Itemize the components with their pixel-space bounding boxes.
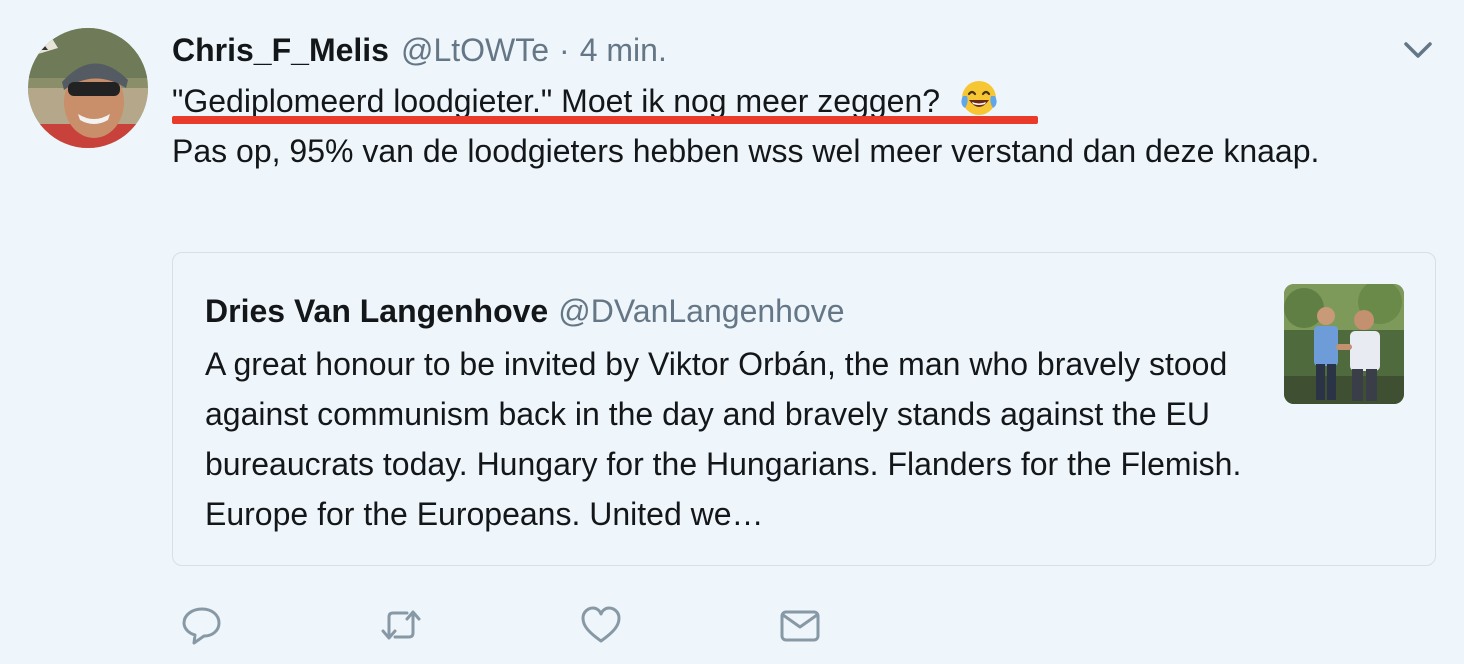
retweet-icon[interactable] bbox=[379, 603, 423, 647]
reply-icon[interactable] bbox=[180, 603, 224, 647]
tweet-text-rest: Pas op, 95% van de loodgieters hebben ws… bbox=[172, 133, 1320, 169]
cyclist-avatar-icon bbox=[28, 28, 148, 148]
quoted-display-name[interactable]: Dries Van Langenhove bbox=[205, 291, 548, 331]
quoted-tweet-thumbnail[interactable] bbox=[1284, 284, 1404, 404]
handle[interactable]: @LtOWTe bbox=[401, 28, 549, 72]
separator-dot: · bbox=[559, 32, 570, 68]
tweet-text: "Gediplomeerd loodgieter." Moet ik nog m… bbox=[172, 76, 1382, 176]
quoted-tweet[interactable]: Dries Van Langenhove @DVanLangenhove A g… bbox=[172, 252, 1436, 566]
face-with-tears-of-joy-icon bbox=[961, 81, 997, 115]
quoted-tweet-text: A great honour to be invited by Viktor O… bbox=[205, 346, 1242, 532]
chevron-down-icon[interactable] bbox=[1400, 36, 1436, 66]
quoted-tweet-header: Dries Van Langenhove @DVanLangenhove bbox=[205, 291, 845, 331]
tweet[interactable]: Chris_F_Melis @LtOWTe · 4 min. "Gediplom… bbox=[0, 0, 1464, 664]
display-name[interactable]: Chris_F_Melis bbox=[172, 28, 389, 72]
tweet-actions bbox=[180, 603, 880, 647]
tweet-text-line1: "Gediplomeerd loodgieter." Moet ik nog m… bbox=[172, 83, 941, 119]
tweet-header: Chris_F_Melis @LtOWTe · 4 min. bbox=[172, 28, 667, 72]
red-underline-annotation bbox=[172, 116, 1038, 124]
timestamp[interactable]: 4 min. bbox=[580, 28, 667, 72]
tweet-text-line1-wrapper: "Gediplomeerd loodgieter." Moet ik nog m… bbox=[172, 76, 1038, 126]
direct-message-icon[interactable] bbox=[778, 603, 822, 647]
like-icon[interactable] bbox=[579, 603, 623, 647]
quoted-handle[interactable]: @DVanLangenhove bbox=[558, 291, 844, 331]
two-men-handshake-photo-icon bbox=[1284, 284, 1404, 404]
avatar[interactable] bbox=[28, 28, 148, 148]
